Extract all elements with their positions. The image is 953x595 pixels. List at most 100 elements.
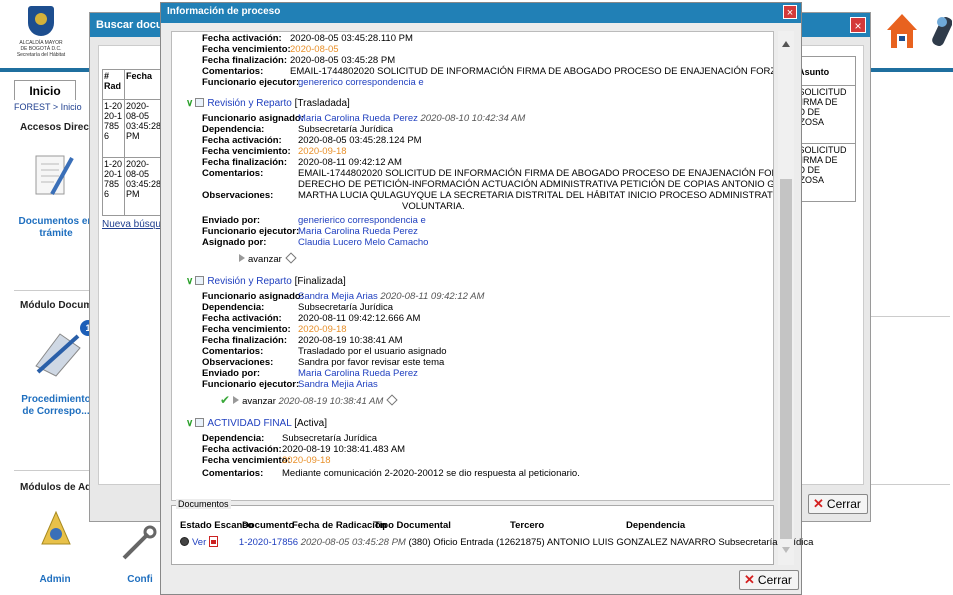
- cerrar-button[interactable]: ✕ Cerrar: [808, 494, 868, 514]
- results-table: # Rad Fecha 1-2020-17856 2020-08-05 03:4…: [102, 69, 164, 216]
- col-header-dependencia: Dependencia: [626, 520, 686, 531]
- config-tools-icon[interactable]: [118, 524, 158, 564]
- close-icon: ✕: [744, 572, 755, 587]
- close-icon[interactable]: ×: [850, 17, 866, 33]
- field-dependencia: Dependencia: Subsecretaría Jurídica: [202, 433, 378, 444]
- field-fecha-vencimiento: Fecha vencimiento: 2020-09-18: [202, 455, 331, 466]
- field-comentarios: Comentarios: Trasladado por el usuario as…: [202, 346, 447, 357]
- document-pen-icon[interactable]: [32, 150, 76, 202]
- observaciones-line-1: DERECHO DE PETICIÓN-INFORMACIÓN ACTUACIÓ…: [298, 179, 774, 190]
- col-header-rad: # Rad: [102, 69, 125, 100]
- process-detail-panel: Fecha activación: 2020-08-05 03:45:28.110…: [171, 31, 774, 501]
- field-funcionario-ejecutor: Funcionario ejecutor: genererico correspo…: [202, 77, 424, 88]
- task-icon: [195, 276, 205, 285]
- scan-status-icon: [180, 537, 189, 546]
- avanzar-transition[interactable]: ✔ avanzar 2020-08-19 10:38:41 AM: [220, 393, 398, 407]
- step-revision-reparto-2[interactable]: ∨ Revisión y Reparto [Finalizada]: [186, 276, 346, 288]
- procedure-tools-icon[interactable]: [30, 326, 86, 378]
- left-divider: [14, 470, 94, 471]
- admin-icon[interactable]: [38, 508, 74, 548]
- diamond-icon: [386, 394, 398, 406]
- cell-fecha: 2020-08-05 03:45:28 PM: [123, 157, 164, 216]
- task-icon: [195, 98, 205, 107]
- procedimiento-correspondencia-link[interactable]: Procedimiento de Correspo...: [16, 394, 96, 418]
- field-fecha-finalizacion: Fecha finalización: 2020-08-05 03:45:28 P…: [202, 55, 396, 66]
- field-fecha-vencimiento: Fecha vencimiento: 2020-09-18: [202, 324, 347, 335]
- cell-rad: 1-2020-17856: [102, 99, 125, 158]
- documentos-legend: Documentos: [176, 499, 231, 509]
- field-fecha-activacion: Fecha activación: 2020-08-19 10:38:41.483…: [202, 444, 406, 455]
- section-accesos-directos: Accesos Directo: [20, 122, 99, 133]
- table-row[interactable]: 1-2020-17856 2020-08-05 03:45:28 PM: [102, 99, 164, 158]
- field-comentarios: Comentarios: Mediante comunicación 2-2020…: [202, 468, 580, 479]
- field-fecha-activacion: Fecha activación: 2020-08-11 09:42:12.666…: [202, 313, 421, 324]
- informacion-proceso-dialog: Información de proceso × Fecha activació…: [160, 2, 813, 595]
- field-comentarios: Comentarios: EMAIL-1744802020 SOLICITUD D…: [202, 66, 774, 77]
- arrow-right-icon: [239, 254, 245, 262]
- col-header-tercero: Tercero: [510, 520, 545, 531]
- field-funcionario-asignado: Funcionario asignado: Maria Carolina Rued…: [202, 113, 526, 124]
- config-link[interactable]: Confi: [120, 574, 160, 586]
- search-icon[interactable]: [930, 12, 952, 56]
- pdf-icon[interactable]: [209, 536, 219, 547]
- cell-fecha: 2020-08-05 03:45:28 PM: [123, 99, 164, 158]
- documento-detalle: (380) Oficio Entrada (12621875) ANTONIO …: [408, 537, 814, 548]
- arrow-right-icon: [233, 396, 240, 404]
- field-observaciones: Observaciones: MARTHA LUCIA QULAGUYQUE LA…: [202, 190, 773, 201]
- coat-of-arms-icon: [28, 6, 54, 36]
- close-icon: ✕: [813, 496, 824, 511]
- ver-link[interactable]: Ver: [192, 537, 206, 548]
- field-funcionario-asignado: Funcionario asignado: Sandra Mejia Arias …: [202, 291, 485, 302]
- avanzar-transition[interactable]: avanzar: [236, 252, 297, 265]
- field-fecha-activacion: Fecha activación: 2020-08-05 03:45:28.124…: [202, 135, 422, 146]
- col-header-fecha: Fecha: [123, 69, 164, 100]
- home-icon[interactable]: [885, 12, 919, 52]
- task-icon: [195, 418, 205, 427]
- field-enviado-por: Enviado por: Maria Carolina Rueda Perez: [202, 368, 418, 379]
- table-row[interactable]: Ver 1-2020-17856 2020-08-05 03:45:28 PM …: [180, 536, 813, 548]
- scroll-down-icon[interactable]: [782, 547, 790, 553]
- field-fecha-vencimiento: Fecha vencimiento: 2020-09-18: [202, 146, 347, 157]
- dialog-title: Información de proceso: [161, 3, 801, 23]
- close-icon[interactable]: ×: [783, 5, 797, 19]
- field-fecha-activacion: Fecha activación: 2020-08-05 03:45:28.110…: [202, 33, 413, 44]
- documentos-en-tramite-link[interactable]: Documentos en trámite: [16, 216, 96, 240]
- diamond-icon: [285, 252, 297, 264]
- field-observaciones: Observaciones: Sandra por favor revisar e…: [202, 357, 445, 368]
- left-divider: [14, 290, 94, 291]
- field-fecha-vencimiento: Fecha vencimiento: 2020-08-05: [202, 44, 339, 55]
- field-fecha-finalizacion: Fecha finalización: 2020-08-11 09:42:12 A…: [202, 157, 402, 168]
- section-modulo-documentos: Módulo Docume: [20, 300, 98, 311]
- col-header-tipo-documental: Tipo Documental: [374, 520, 451, 531]
- cerrar-button[interactable]: ✕ Cerrar: [739, 570, 799, 590]
- field-funcionario-ejecutor: Funcionario ejecutor: Maria Carolina Rued…: [202, 226, 418, 237]
- vertical-scrollbar[interactable]: [778, 31, 794, 565]
- observaciones-line-3: VOLUNTARIA.: [402, 201, 465, 212]
- check-icon: ✔: [220, 393, 231, 407]
- breadcrumb[interactable]: FOREST > Inicio: [14, 102, 82, 112]
- admin-link[interactable]: Admin: [20, 574, 90, 586]
- alcaldia-logo: ALCALDÍA MAYOR DE BOGOTÁ D.C. Secretaría…: [10, 4, 72, 66]
- fecha-radicacion: 2020-08-05 03:45:28 PM: [300, 537, 406, 548]
- field-dependencia: Dependencia: Subsecretaría Jurídica: [202, 302, 394, 313]
- field-dependencia: Dependencia: Subsecretaría Jurídica: [202, 124, 394, 135]
- step-revision-reparto-1[interactable]: ∨ Revisión y Reparto [Trasladada]: [186, 98, 350, 110]
- documentos-panel: Documentos Estado Escaneo Documento Fech…: [171, 499, 813, 565]
- field-comentarios: Comentarios: EMAIL-1744802020 SOLICITUD D…: [202, 168, 774, 179]
- scroll-up-icon[interactable]: [782, 41, 790, 47]
- cell-rad: 1-2020-17856: [102, 157, 125, 216]
- tab-inicio[interactable]: Inicio: [14, 80, 76, 100]
- table-row[interactable]: 1-2020-17856 2020-08-05 03:45:28 PM: [102, 157, 164, 216]
- field-enviado-por: Enviado por: generierico correspondencia …: [202, 215, 426, 226]
- col-header-fecha-radicacion: Fecha de Radicación: [292, 520, 387, 531]
- col-header-documento: Documento: [242, 520, 295, 531]
- step-actividad-final[interactable]: ∨ ACTIVIDAD FINAL [Activa]: [186, 418, 327, 430]
- expand-icon: ∨: [186, 98, 194, 109]
- field-fecha-finalizacion: Fecha finalización: 2020-08-19 10:38:41 A…: [202, 335, 403, 346]
- field-funcionario-ejecutor: Funcionario ejecutor: Sandra Mejia Arias: [202, 379, 378, 390]
- expand-icon: ∨: [186, 418, 194, 429]
- scroll-thumb[interactable]: [780, 179, 792, 539]
- field-asignado-por: Asignado por: Claudia Lucero Melo Camacho: [202, 237, 429, 248]
- documento-link[interactable]: 1-2020-17856: [239, 537, 298, 548]
- expand-icon: ∨: [186, 276, 194, 287]
